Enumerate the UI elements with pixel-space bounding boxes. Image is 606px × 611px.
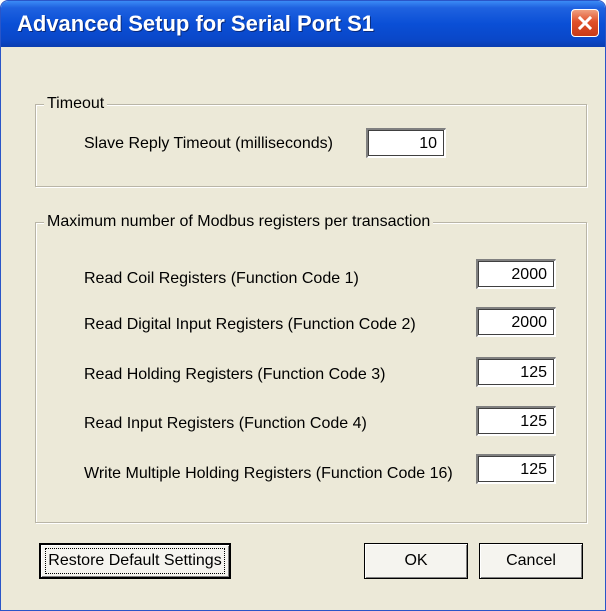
dialog-client-area: Timeout Slave Reply Timeout (millisecond…: [5, 47, 601, 606]
close-button[interactable]: [571, 9, 599, 37]
close-icon: [577, 15, 593, 31]
ok-button-label: OK: [404, 552, 428, 569]
dialog-window: Advanced Setup for Serial Port S1 Timeou…: [0, 0, 606, 611]
read-holding-registers-field[interactable]: 125: [476, 357, 556, 387]
read-holding-registers-label: Read Holding Registers (Function Code 3): [84, 366, 386, 383]
timeout-group-label: Timeout: [44, 95, 108, 113]
cancel-button-label: Cancel: [506, 552, 556, 569]
read-digital-input-registers-field[interactable]: 2000: [476, 307, 556, 337]
write-multiple-holding-registers-field[interactable]: 125: [476, 454, 556, 484]
ok-button[interactable]: OK: [364, 543, 468, 579]
slave-reply-timeout-label: Slave Reply Timeout (milliseconds): [84, 135, 333, 152]
read-coil-registers-field[interactable]: 2000: [476, 259, 556, 289]
read-input-registers-label: Read Input Registers (Function Code 4): [84, 415, 367, 432]
restore-default-settings-label: Restore Default Settings: [45, 548, 225, 574]
cancel-button[interactable]: Cancel: [479, 543, 583, 579]
title-bar[interactable]: Advanced Setup for Serial Port S1: [1, 1, 605, 47]
slave-reply-timeout-field[interactable]: 10: [366, 128, 446, 158]
registers-group-label: Maximum number of Modbus registers per t…: [44, 213, 434, 231]
window-title: Advanced Setup for Serial Port S1: [17, 11, 374, 36]
read-input-registers-field[interactable]: 125: [476, 406, 556, 436]
read-digital-input-registers-label: Read Digital Input Registers (Function C…: [84, 316, 416, 333]
timeout-groupbox: Timeout Slave Reply Timeout (millisecond…: [35, 95, 587, 187]
write-multiple-holding-registers-label: Write Multiple Holding Registers (Functi…: [84, 465, 453, 482]
registers-groupbox: Maximum number of Modbus registers per t…: [35, 213, 587, 523]
restore-default-settings-button[interactable]: Restore Default Settings: [39, 543, 231, 579]
read-coil-registers-label: Read Coil Registers (Function Code 1): [84, 270, 359, 287]
